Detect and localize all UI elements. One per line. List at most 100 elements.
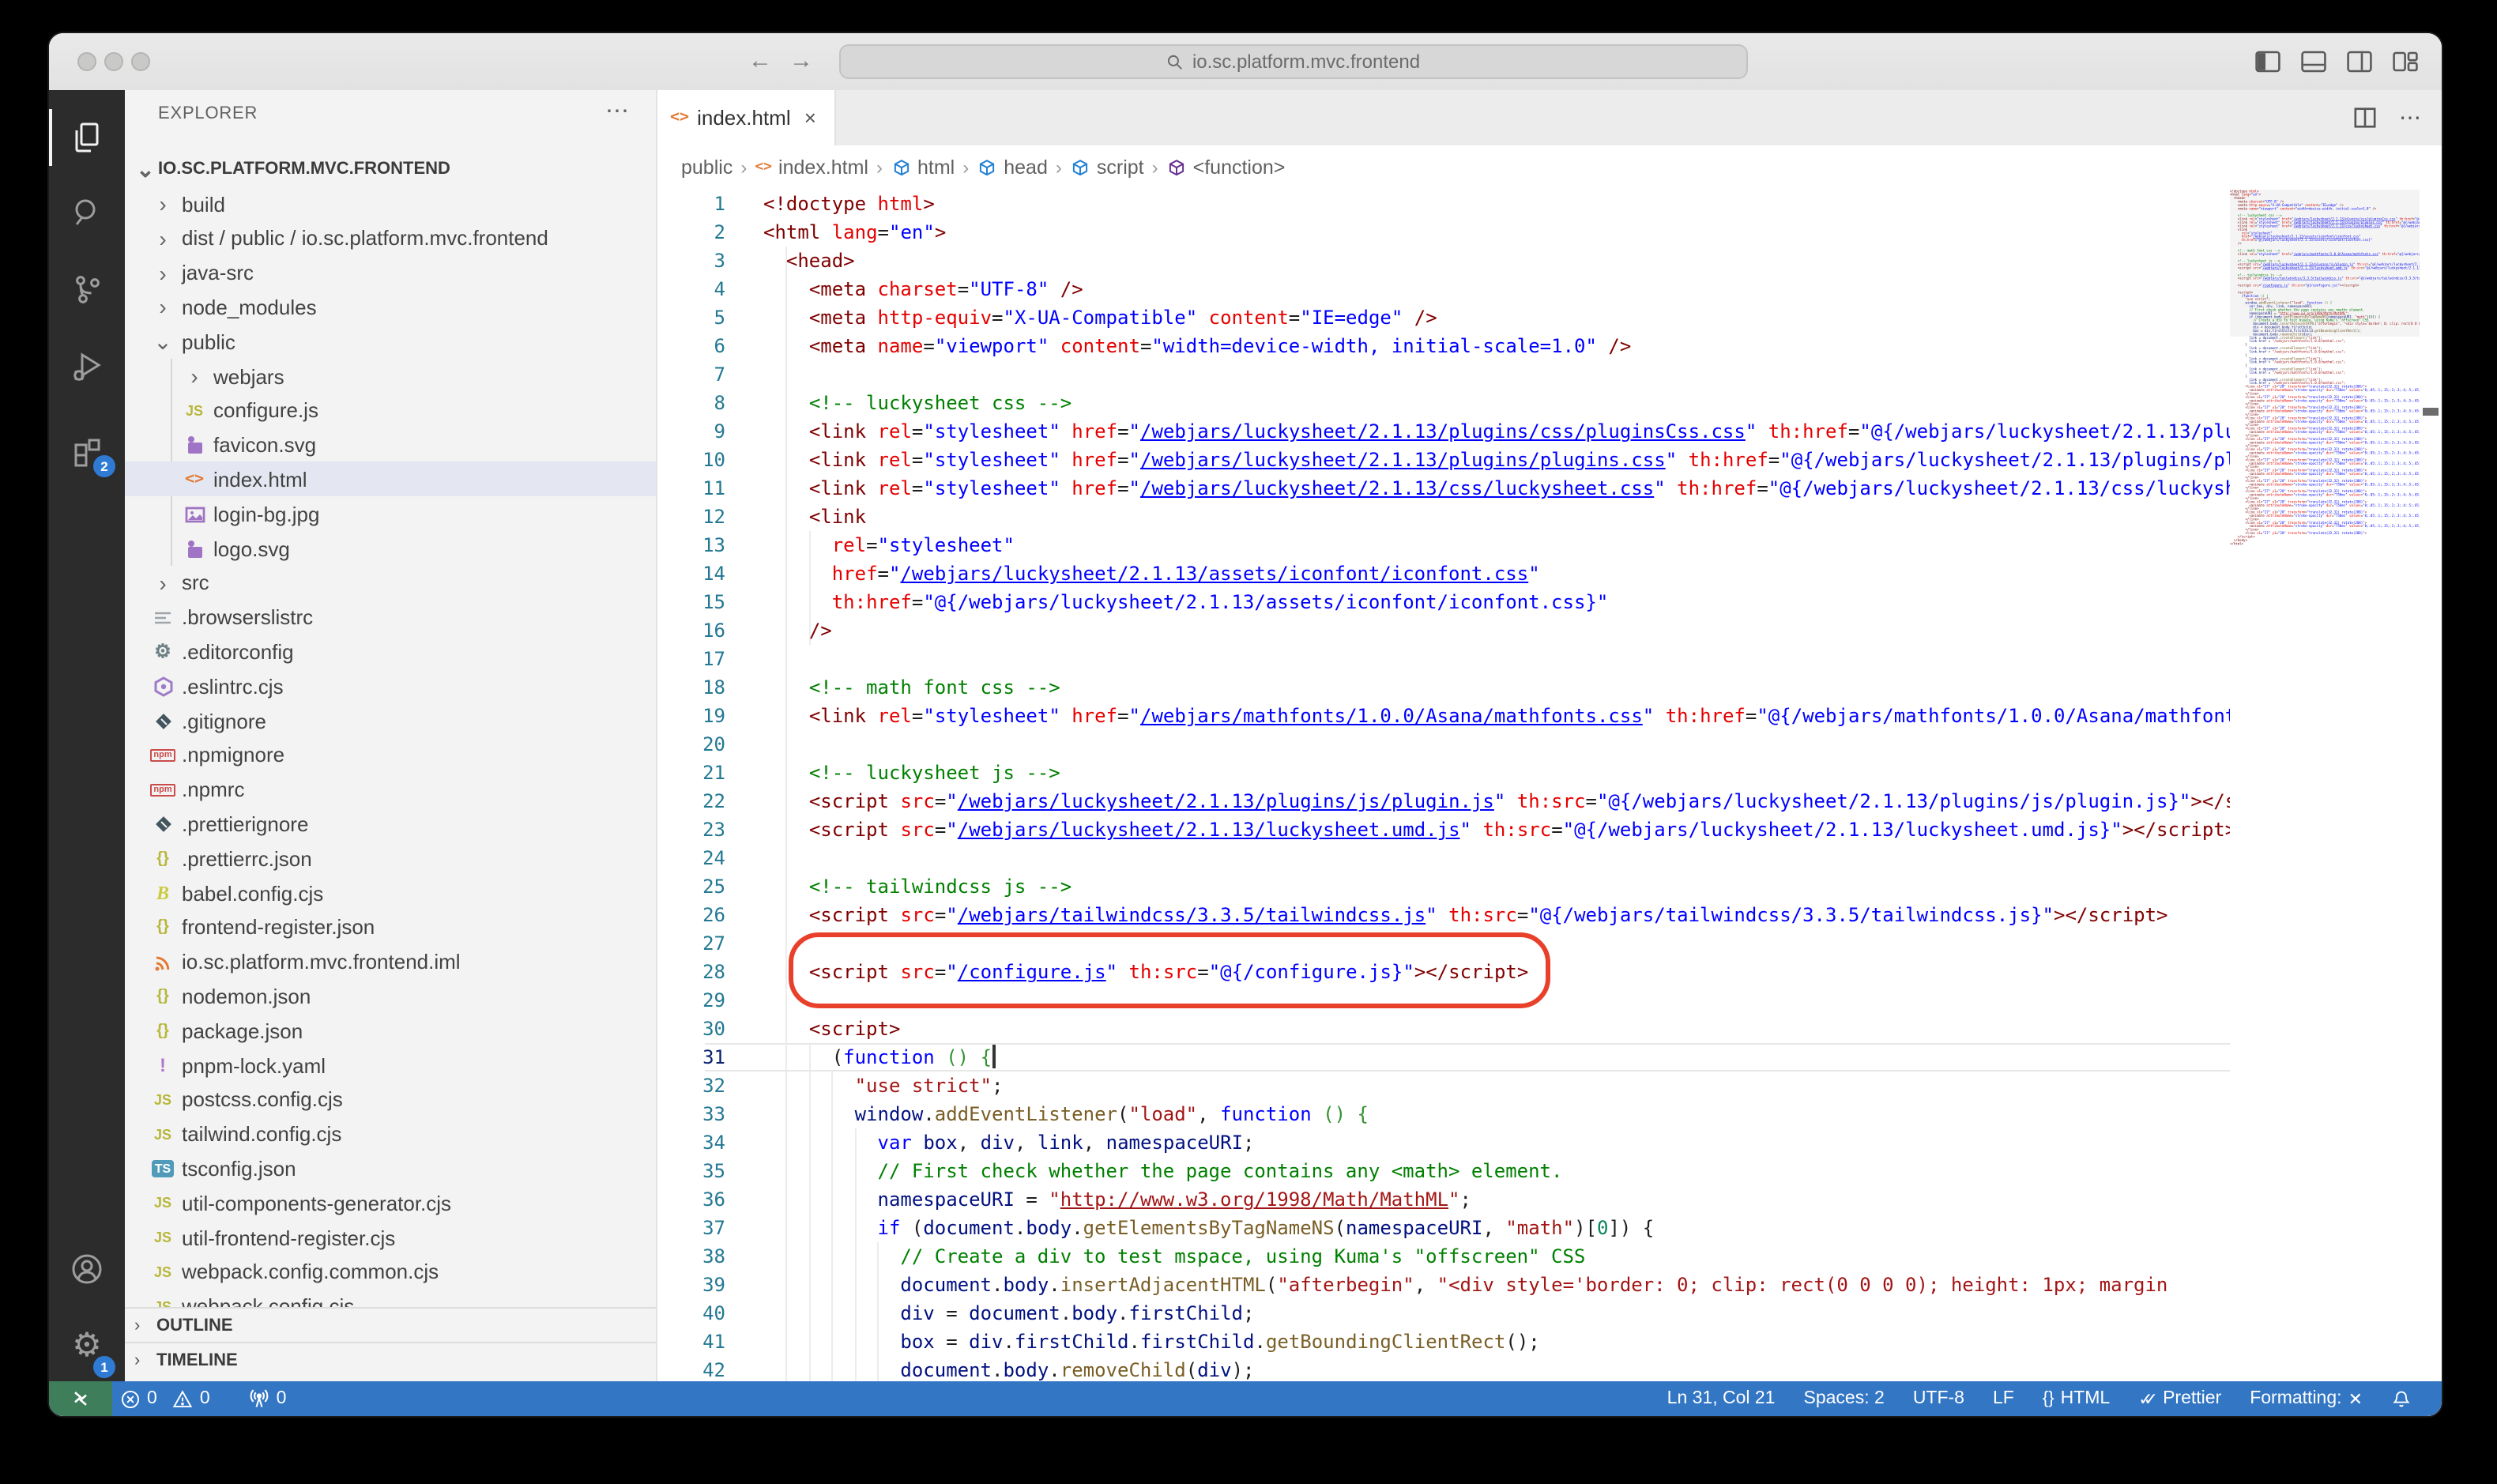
tab-index-html[interactable]: <> index.html × bbox=[657, 90, 836, 145]
code-line-15[interactable]: 15 th:href="@{/webjars/luckysheet/2.1.13… bbox=[657, 588, 2230, 616]
source-control-icon[interactable] bbox=[49, 258, 125, 321]
breadcrumb-item[interactable]: public bbox=[681, 156, 733, 179]
project-root-item[interactable]: ⌄ IO.SC.PLATFORM.MVC.FRONTEND bbox=[125, 152, 656, 186]
breadcrumb-item[interactable]: html bbox=[891, 156, 955, 179]
settings-gear-icon[interactable]: ⚙ 1 bbox=[49, 1313, 125, 1377]
code-line-40[interactable]: 40 div = document.body.firstChild; bbox=[657, 1299, 2230, 1328]
status-error[interactable]: 0 bbox=[112, 1381, 165, 1416]
tree-item-util-components-generator-cjs[interactable]: JSutil-components-generator.cjs bbox=[125, 1185, 656, 1220]
code-line-36[interactable]: 36 namespaceURI = "http://www.w3.org/199… bbox=[657, 1185, 2230, 1214]
outline-section-header[interactable]: › OUTLINE bbox=[125, 1307, 656, 1343]
tree-item--eslintrc-cjs[interactable]: .eslintrc.cjs bbox=[125, 669, 656, 703]
tree-item-package-json[interactable]: {}package.json bbox=[125, 1013, 656, 1048]
tree-item--npmrc[interactable]: npm.npmrc bbox=[125, 772, 656, 807]
minimap-slider[interactable] bbox=[2230, 190, 2420, 337]
tree-item-java-src[interactable]: ›java-src bbox=[125, 255, 656, 290]
tree-item-webpack-config-common-cjs[interactable]: JSwebpack.config.common.cjs bbox=[125, 1255, 656, 1290]
accounts-icon[interactable] bbox=[49, 1237, 125, 1301]
breadcrumb-item[interactable]: <>index.html bbox=[755, 156, 868, 179]
code-line-19[interactable]: 19 <link rel="stylesheet" href="/webjars… bbox=[657, 702, 2230, 730]
explorer-more-actions-icon[interactable]: ⋯ bbox=[605, 96, 631, 125]
tree-item-configure-js[interactable]: JSconfigure.js bbox=[125, 394, 656, 428]
code-line-20[interactable]: 20 bbox=[657, 730, 2230, 759]
editor-more-actions-icon[interactable]: ⋯ bbox=[2399, 104, 2423, 131]
code-line-7[interactable]: 7 bbox=[657, 360, 2230, 389]
tree-item-tailwind-config-cjs[interactable]: JStailwind.config.cjs bbox=[125, 1117, 656, 1151]
tree-item--gitignore[interactable]: .gitignore bbox=[125, 703, 656, 738]
tree-item-favicon-svg[interactable]: favicon.svg bbox=[125, 427, 656, 462]
extensions-icon[interactable]: 2 bbox=[49, 417, 125, 480]
tab-close-icon[interactable]: × bbox=[799, 106, 822, 130]
tree-item-public[interactable]: ⌄public bbox=[125, 324, 656, 359]
code-line-22[interactable]: 22 <script src="/webjars/luckysheet/2.1.… bbox=[657, 787, 2230, 815]
tree-item-util-frontend-register-cjs[interactable]: JSutil-frontend-register.cjs bbox=[125, 1220, 656, 1255]
code-line-9[interactable]: 9 <link rel="stylesheet" href="/webjars/… bbox=[657, 417, 2230, 446]
code-line-32[interactable]: 32 "use strict"; bbox=[657, 1072, 2230, 1100]
code-line-41[interactable]: 41 box = div.firstChild.firstChild.getBo… bbox=[657, 1328, 2230, 1356]
minimap[interactable]: <!doctype html><html lang="en"> <head> <… bbox=[2230, 190, 2420, 1381]
code-line-16[interactable]: 16 /> bbox=[657, 616, 2230, 645]
tree-item--browserslistrc[interactable]: .browserslistrc bbox=[125, 600, 656, 635]
tree-item-webjars[interactable]: ›webjars bbox=[125, 359, 656, 394]
remote-indicator[interactable] bbox=[49, 1381, 112, 1416]
code-line-25[interactable]: 25 <!-- tailwindcss js --> bbox=[657, 872, 2230, 901]
tree-item-nodemon-json[interactable]: {}nodemon.json bbox=[125, 979, 656, 1014]
nav-forward-icon[interactable]: → bbox=[785, 46, 817, 77]
code-line-42[interactable]: 42 document.body.removeChild(div); bbox=[657, 1356, 2230, 1381]
code-line-38[interactable]: 38 // Create a div to test mspace, using… bbox=[657, 1242, 2230, 1271]
code-line-6[interactable]: 6 <meta name="viewport" content="width=d… bbox=[657, 332, 2230, 360]
code-line-34[interactable]: 34 var box, div, link, namespaceURI; bbox=[657, 1128, 2230, 1157]
status-prettier[interactable]: ✓✓Prettier bbox=[2124, 1381, 2235, 1416]
tree-item-postcss-config-cjs[interactable]: JSpostcss.config.cjs bbox=[125, 1083, 656, 1117]
tree-item-dist-public-io-sc-platform-mvc-frontend[interactable]: ›dist / public / io.sc.platform.mvc.fron… bbox=[125, 221, 656, 256]
tree-item-build[interactable]: ›build bbox=[125, 186, 656, 221]
code-line-23[interactable]: 23 <script src="/webjars/luckysheet/2.1.… bbox=[657, 815, 2230, 844]
code-line-17[interactable]: 17 bbox=[657, 645, 2230, 673]
zoom-window-button[interactable] bbox=[131, 52, 150, 71]
code-line-37[interactable]: 37 if (document.body.getElementsByTagNam… bbox=[657, 1214, 2230, 1242]
code-editor[interactable]: 1<!doctype html>2<html lang="en">3 <head… bbox=[657, 190, 2230, 1381]
close-window-button[interactable] bbox=[77, 52, 96, 71]
code-line-33[interactable]: 33 window.addEventListener("load", funct… bbox=[657, 1100, 2230, 1128]
code-line-30[interactable]: 30 <script> bbox=[657, 1015, 2230, 1043]
search-icon[interactable] bbox=[49, 180, 125, 243]
tree-item--prettierrc-json[interactable]: {}.prettierrc.json bbox=[125, 841, 656, 876]
code-line-8[interactable]: 8 <!-- luckysheet css --> bbox=[657, 389, 2230, 417]
status-formatting-[interactable]: Formatting:✕ bbox=[2235, 1381, 2377, 1416]
tree-item-login-bg-jpg[interactable]: login-bg.jpg bbox=[125, 496, 656, 531]
explorer-icon[interactable] bbox=[49, 106, 125, 169]
code-line-12[interactable]: 12 <link bbox=[657, 503, 2230, 531]
toggle-panel-icon[interactable] bbox=[2299, 47, 2328, 76]
code-line-18[interactable]: 18 <!-- math font css --> bbox=[657, 673, 2230, 702]
code-line-1[interactable]: 1<!doctype html> bbox=[657, 190, 2230, 218]
tree-item-logo-svg[interactable]: logo.svg bbox=[125, 531, 656, 566]
status-html[interactable]: {​}HTML bbox=[2028, 1381, 2124, 1416]
code-line-11[interactable]: 11 <link rel="stylesheet" href="/webjars… bbox=[657, 474, 2230, 503]
breadcrumb-item[interactable]: <function> bbox=[1166, 156, 1286, 179]
status-warning[interactable]: 0 bbox=[165, 1381, 218, 1416]
tree-item--npmignore[interactable]: npm.npmignore bbox=[125, 738, 656, 773]
toggle-sidebar-icon[interactable] bbox=[2254, 47, 2282, 76]
code-line-39[interactable]: 39 document.body.insertAdjacentHTML("aft… bbox=[657, 1271, 2230, 1299]
code-line-31[interactable]: 31 (function () { bbox=[657, 1043, 2230, 1072]
toggle-secondary-sidebar-icon[interactable] bbox=[2345, 47, 2374, 76]
code-line-5[interactable]: 5 <meta http-equiv="X-UA-Compatible" con… bbox=[657, 303, 2230, 332]
timeline-section-header[interactable]: › TIMELINE bbox=[125, 1342, 656, 1378]
nav-back-icon[interactable]: ← bbox=[744, 46, 776, 77]
tree-item-src[interactable]: ›src bbox=[125, 566, 656, 601]
status-utf-8[interactable]: UTF-8 bbox=[1899, 1381, 1979, 1416]
tree-item-frontend-register-json[interactable]: {}frontend-register.json bbox=[125, 910, 656, 945]
code-line-13[interactable]: 13 rel="stylesheet" bbox=[657, 531, 2230, 559]
status-lf[interactable]: LF bbox=[1979, 1381, 2028, 1416]
customize-layout-icon[interactable] bbox=[2391, 47, 2420, 76]
tree-item-babel-config-cjs[interactable]: Bbabel.config.cjs bbox=[125, 876, 656, 910]
status-tower[interactable]: 0 bbox=[240, 1381, 295, 1416]
tree-item-node-modules[interactable]: ›node_modules bbox=[125, 290, 656, 325]
command-center-search[interactable]: io.sc.platform.mvc.frontend bbox=[839, 44, 1748, 79]
status-ln-31-col-21[interactable]: Ln 31, Col 21 bbox=[1653, 1381, 1790, 1416]
tree-item--prettierignore[interactable]: .prettierignore bbox=[125, 807, 656, 842]
code-line-24[interactable]: 24 bbox=[657, 844, 2230, 872]
split-editor-icon[interactable] bbox=[2353, 106, 2377, 130]
code-line-10[interactable]: 10 <link rel="stylesheet" href="/webjars… bbox=[657, 446, 2230, 474]
minimize-window-button[interactable] bbox=[104, 52, 123, 71]
